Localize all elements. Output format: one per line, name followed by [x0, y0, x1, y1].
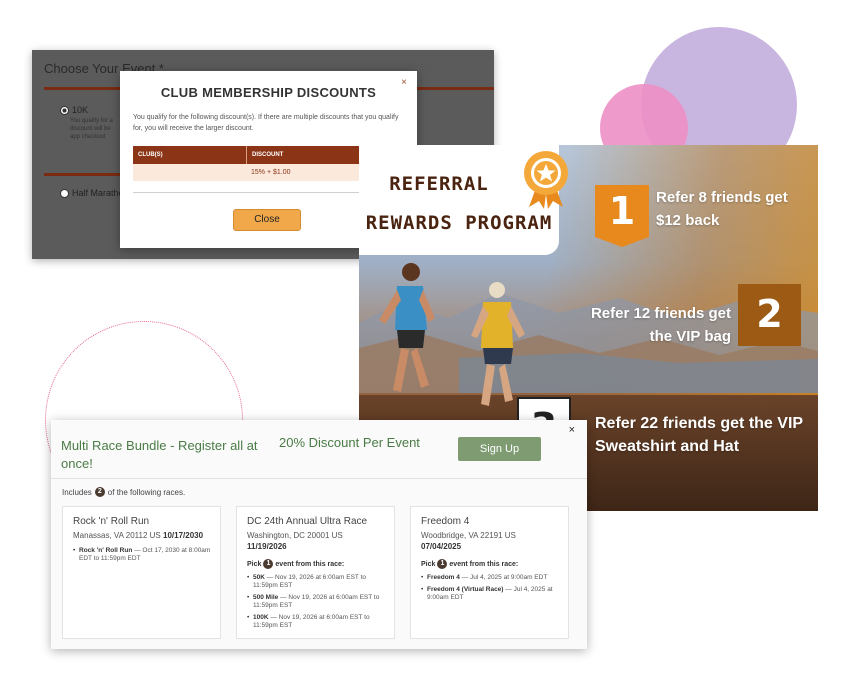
- sign-up-button[interactable]: Sign Up: [458, 437, 541, 461]
- column-header-clubs: CLUB(S): [133, 146, 247, 164]
- race-date: 10/17/2030: [163, 531, 204, 540]
- step-2-number: 2: [756, 292, 783, 336]
- event-option-10k[interactable]: 10K: [60, 105, 88, 115]
- pick-prefix: Pick: [421, 560, 436, 568]
- cell-club: [133, 164, 246, 181]
- list-item: 50K — Nov 19, 2026 at 6:00am EST to 11:5…: [247, 574, 387, 590]
- race-event-list: Freedom 4 — Jul 4, 2025 at 9:00am EDT Fr…: [421, 574, 561, 606]
- list-item: 100K — Nov 19, 2026 at 6:00am EST to 11:…: [247, 614, 387, 630]
- list-item: Rock 'n' Roll Run — Oct 17, 2030 at 8:00…: [73, 547, 213, 563]
- list-item: 500 Mile — Nov 19, 2026 at 6:00am EST to…: [247, 594, 387, 610]
- race-card: Freedom 4 Woodbridge, VA 22191 US 07/04/…: [410, 506, 569, 639]
- event-option-label: 10K: [72, 105, 89, 115]
- race-event-name: Freedom 4: [427, 574, 460, 581]
- race-pick-instruction: Pick 1 event from this race:: [247, 559, 344, 569]
- multi-race-bundle-panel: × Multi Race Bundle - Register all at on…: [51, 420, 587, 649]
- race-location-date: Washington, DC 20001 US 11/19/2026: [247, 530, 392, 552]
- race-location-date: Manassas, VA 20112 US 10/17/2030: [73, 530, 218, 541]
- race-event-name: Rock 'n' Roll Run: [79, 547, 133, 554]
- radio-unselected[interactable]: [60, 188, 69, 198]
- step-2-text: Refer 12 friends get the VIP bag: [590, 305, 731, 345]
- race-pick-instruction: Pick 1 event from this race:: [421, 559, 518, 569]
- radio-selected[interactable]: [60, 105, 69, 115]
- race-card: DC 24th Annual Ultra Race Washington, DC…: [236, 506, 395, 639]
- step-2-badge: 2: [738, 284, 801, 346]
- race-date: 11/19/2026: [247, 542, 287, 551]
- bundle-discount-label: 20% Discount Per Event: [279, 435, 420, 450]
- race-event-list: 50K — Nov 19, 2026 at 6:00am EST to 11:5…: [247, 574, 387, 634]
- race-event-name: 500 Mile: [253, 594, 279, 601]
- race-name: Freedom 4: [421, 516, 470, 527]
- column-header-discount: DISCOUNT: [252, 152, 284, 158]
- modal-description: You qualify for the following discount(s…: [133, 114, 399, 132]
- list-item: Freedom 4 (Virtual Race) — Jul 4, 2025 a…: [421, 586, 561, 602]
- step-1-number: 1: [608, 189, 636, 233]
- modal-title: CLUB MEMBERSHIP DISCOUNTS: [160, 85, 377, 100]
- pick-count-badge: 1: [437, 559, 448, 569]
- race-name: DC 24th Annual Ultra Race: [247, 516, 368, 527]
- step-1-notch: [595, 237, 649, 247]
- race-event-detail: — Jul 4, 2025 at 9:00am EDT: [459, 574, 548, 581]
- referral-title-line1: REFERRAL: [389, 173, 489, 195]
- race-event-detail: — Nov 19, 2026 at 6:00am EST to 11:59pm …: [253, 574, 366, 589]
- race-date: 07/04/2025: [421, 542, 462, 551]
- pick-count-badge: 1: [263, 559, 274, 569]
- step-1-badge: 1: [595, 185, 649, 237]
- pick-prefix: Pick: [247, 560, 262, 568]
- event-option-half-marathon[interactable]: Half Marathon: [60, 188, 129, 198]
- step-3-text: Refer 22 friends get the VIP Sweatshirt …: [595, 415, 803, 455]
- includes-suffix: of the following races.: [107, 487, 186, 497]
- race-location: Woodbridge, VA 22191 US: [421, 531, 516, 540]
- pick-suffix: event from this race:: [449, 560, 519, 568]
- event-desc: You qualify for a discount will be app c…: [70, 118, 113, 140]
- includes-prefix: Includes: [62, 487, 92, 497]
- award-ribbon-icon: [524, 151, 568, 209]
- race-event-detail: — Nov 19, 2026 at 6:00am EST to 11:59pm …: [253, 614, 370, 629]
- bundle-includes-text: Includes 2 of the following races.: [62, 487, 185, 497]
- race-location: Washington, DC 20001 US: [247, 531, 343, 540]
- race-event-list: Rock 'n' Roll Run — Oct 17, 2030 at 8:00…: [73, 547, 213, 567]
- pick-suffix: event from this race:: [275, 560, 345, 568]
- cell-discount: 15% + $1.00: [251, 169, 291, 176]
- runner-left-image: [379, 263, 435, 392]
- close-icon[interactable]: ×: [569, 424, 575, 436]
- race-location-date: Woodbridge, VA 22191 US 07/04/2025: [421, 530, 566, 552]
- bundle-divider: [51, 478, 587, 479]
- includes-count-badge: 2: [94, 487, 105, 497]
- race-event-name: Freedom 4 (Virtual Race): [427, 586, 504, 593]
- close-button[interactable]: Close: [233, 209, 301, 231]
- referral-title-line2: REWARDS PROGRAM: [365, 212, 553, 234]
- race-name: Rock 'n' Roll Run: [73, 516, 150, 527]
- race-location: Manassas, VA 20112 US: [73, 531, 161, 540]
- race-event-name: 100K: [253, 614, 269, 621]
- list-item: Freedom 4 — Jul 4, 2025 at 9:00am EDT: [421, 574, 561, 582]
- bundle-title: Multi Race Bundle - Register all at once…: [61, 438, 258, 471]
- step-1-text: Refer 8 friends get $12 back: [656, 189, 788, 229]
- race-card: Rock 'n' Roll Run Manassas, VA 20112 US …: [62, 506, 221, 639]
- race-event-name: 50K: [253, 574, 265, 581]
